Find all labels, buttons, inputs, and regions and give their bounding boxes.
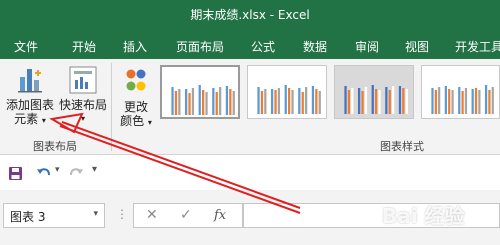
change-colors-label-2: 颜色 ▾ (120, 114, 152, 128)
chevron-down-icon[interactable]: ▾ (93, 209, 98, 219)
check-icon[interactable]: ✓ (180, 207, 192, 223)
quick-access-toolbar: ▾ ▾ (0, 156, 500, 190)
chevron-down-icon[interactable]: ▾ (55, 165, 60, 175)
tab-review[interactable]: 审阅 (355, 38, 379, 55)
tab-file[interactable]: 文件 (14, 38, 38, 55)
add-chart-element-label-1: 添加图表 (5, 98, 54, 112)
more-options-icon: ⋮ (116, 207, 128, 221)
chevron-down-icon: ▾ (147, 118, 152, 127)
watermark-logo: Bai 经验 (382, 204, 465, 228)
group-label-chart-layouts: 图表布局 (33, 140, 77, 153)
quick-layout-label: 快速布局 (58, 98, 107, 112)
add-chart-element-icon (18, 69, 42, 93)
chart-style-thumbnail-icon (257, 85, 321, 114)
tab-data[interactable]: 数据 (303, 38, 327, 55)
add-chart-element-button[interactable]: 添加图表 元素 ▾ (4, 65, 56, 128)
chart-style-1[interactable] (160, 65, 240, 119)
tab-formulas[interactable]: 公式 (251, 38, 275, 55)
ribbon-panel: 添加图表 元素 ▾ 快速布局 ▾ 更改 颜色 ▾ 图表布局 图表样式 (0, 59, 500, 155)
add-chart-element-label-2: 元素 ▾ (14, 112, 46, 126)
chart-style-2[interactable] (247, 65, 327, 119)
tab-developer[interactable]: 开发工具 (455, 38, 500, 55)
chevron-down-icon: ▾ (80, 114, 85, 123)
chart-style-thumbnail-icon (171, 85, 235, 115)
chart-style-4[interactable] (421, 65, 500, 119)
title-bar: 期末成绩.xlsx - Excel (0, 0, 500, 31)
tab-insert[interactable]: 插入 (123, 38, 147, 55)
cancel-icon[interactable]: ✕ (146, 207, 158, 223)
window-title: 期末成绩.xlsx - Excel (190, 8, 310, 22)
customize-toolbar-icon[interactable]: ▾ (92, 164, 97, 175)
chart-style-thumbnail-icon (431, 85, 494, 114)
group-label-chart-styles: 图表样式 (380, 140, 424, 153)
save-icon[interactable] (8, 166, 23, 181)
change-colors-label-1: 更改 (123, 100, 148, 114)
group-separator (111, 63, 112, 151)
chart-style-thumbnail-icon (344, 85, 408, 114)
tab-home[interactable]: 开始 (72, 38, 96, 55)
change-colors-button[interactable]: 更改 颜色 ▾ (116, 67, 156, 130)
formula-buttons: ✕ ✓ fx (133, 203, 243, 228)
undo-icon[interactable] (36, 166, 52, 180)
name-box[interactable]: 图表 3 ▾ (3, 203, 105, 228)
quick-layout-button[interactable]: 快速布局 ▾ (58, 65, 108, 126)
redo-icon[interactable] (68, 166, 84, 180)
tab-page-layout[interactable]: 页面布局 (176, 38, 224, 55)
chevron-down-icon: ▾ (41, 116, 46, 125)
chart-style-3[interactable] (334, 65, 414, 119)
quick-layout-icon (69, 66, 97, 94)
color-palette-icon (126, 69, 146, 91)
ribbon-tabs: 文件 开始 插入 页面布局 公式 数据 审阅 视图 开发工具 (0, 31, 500, 59)
insert-function-icon[interactable]: fx (214, 208, 226, 223)
tab-view[interactable]: 视图 (405, 38, 429, 55)
